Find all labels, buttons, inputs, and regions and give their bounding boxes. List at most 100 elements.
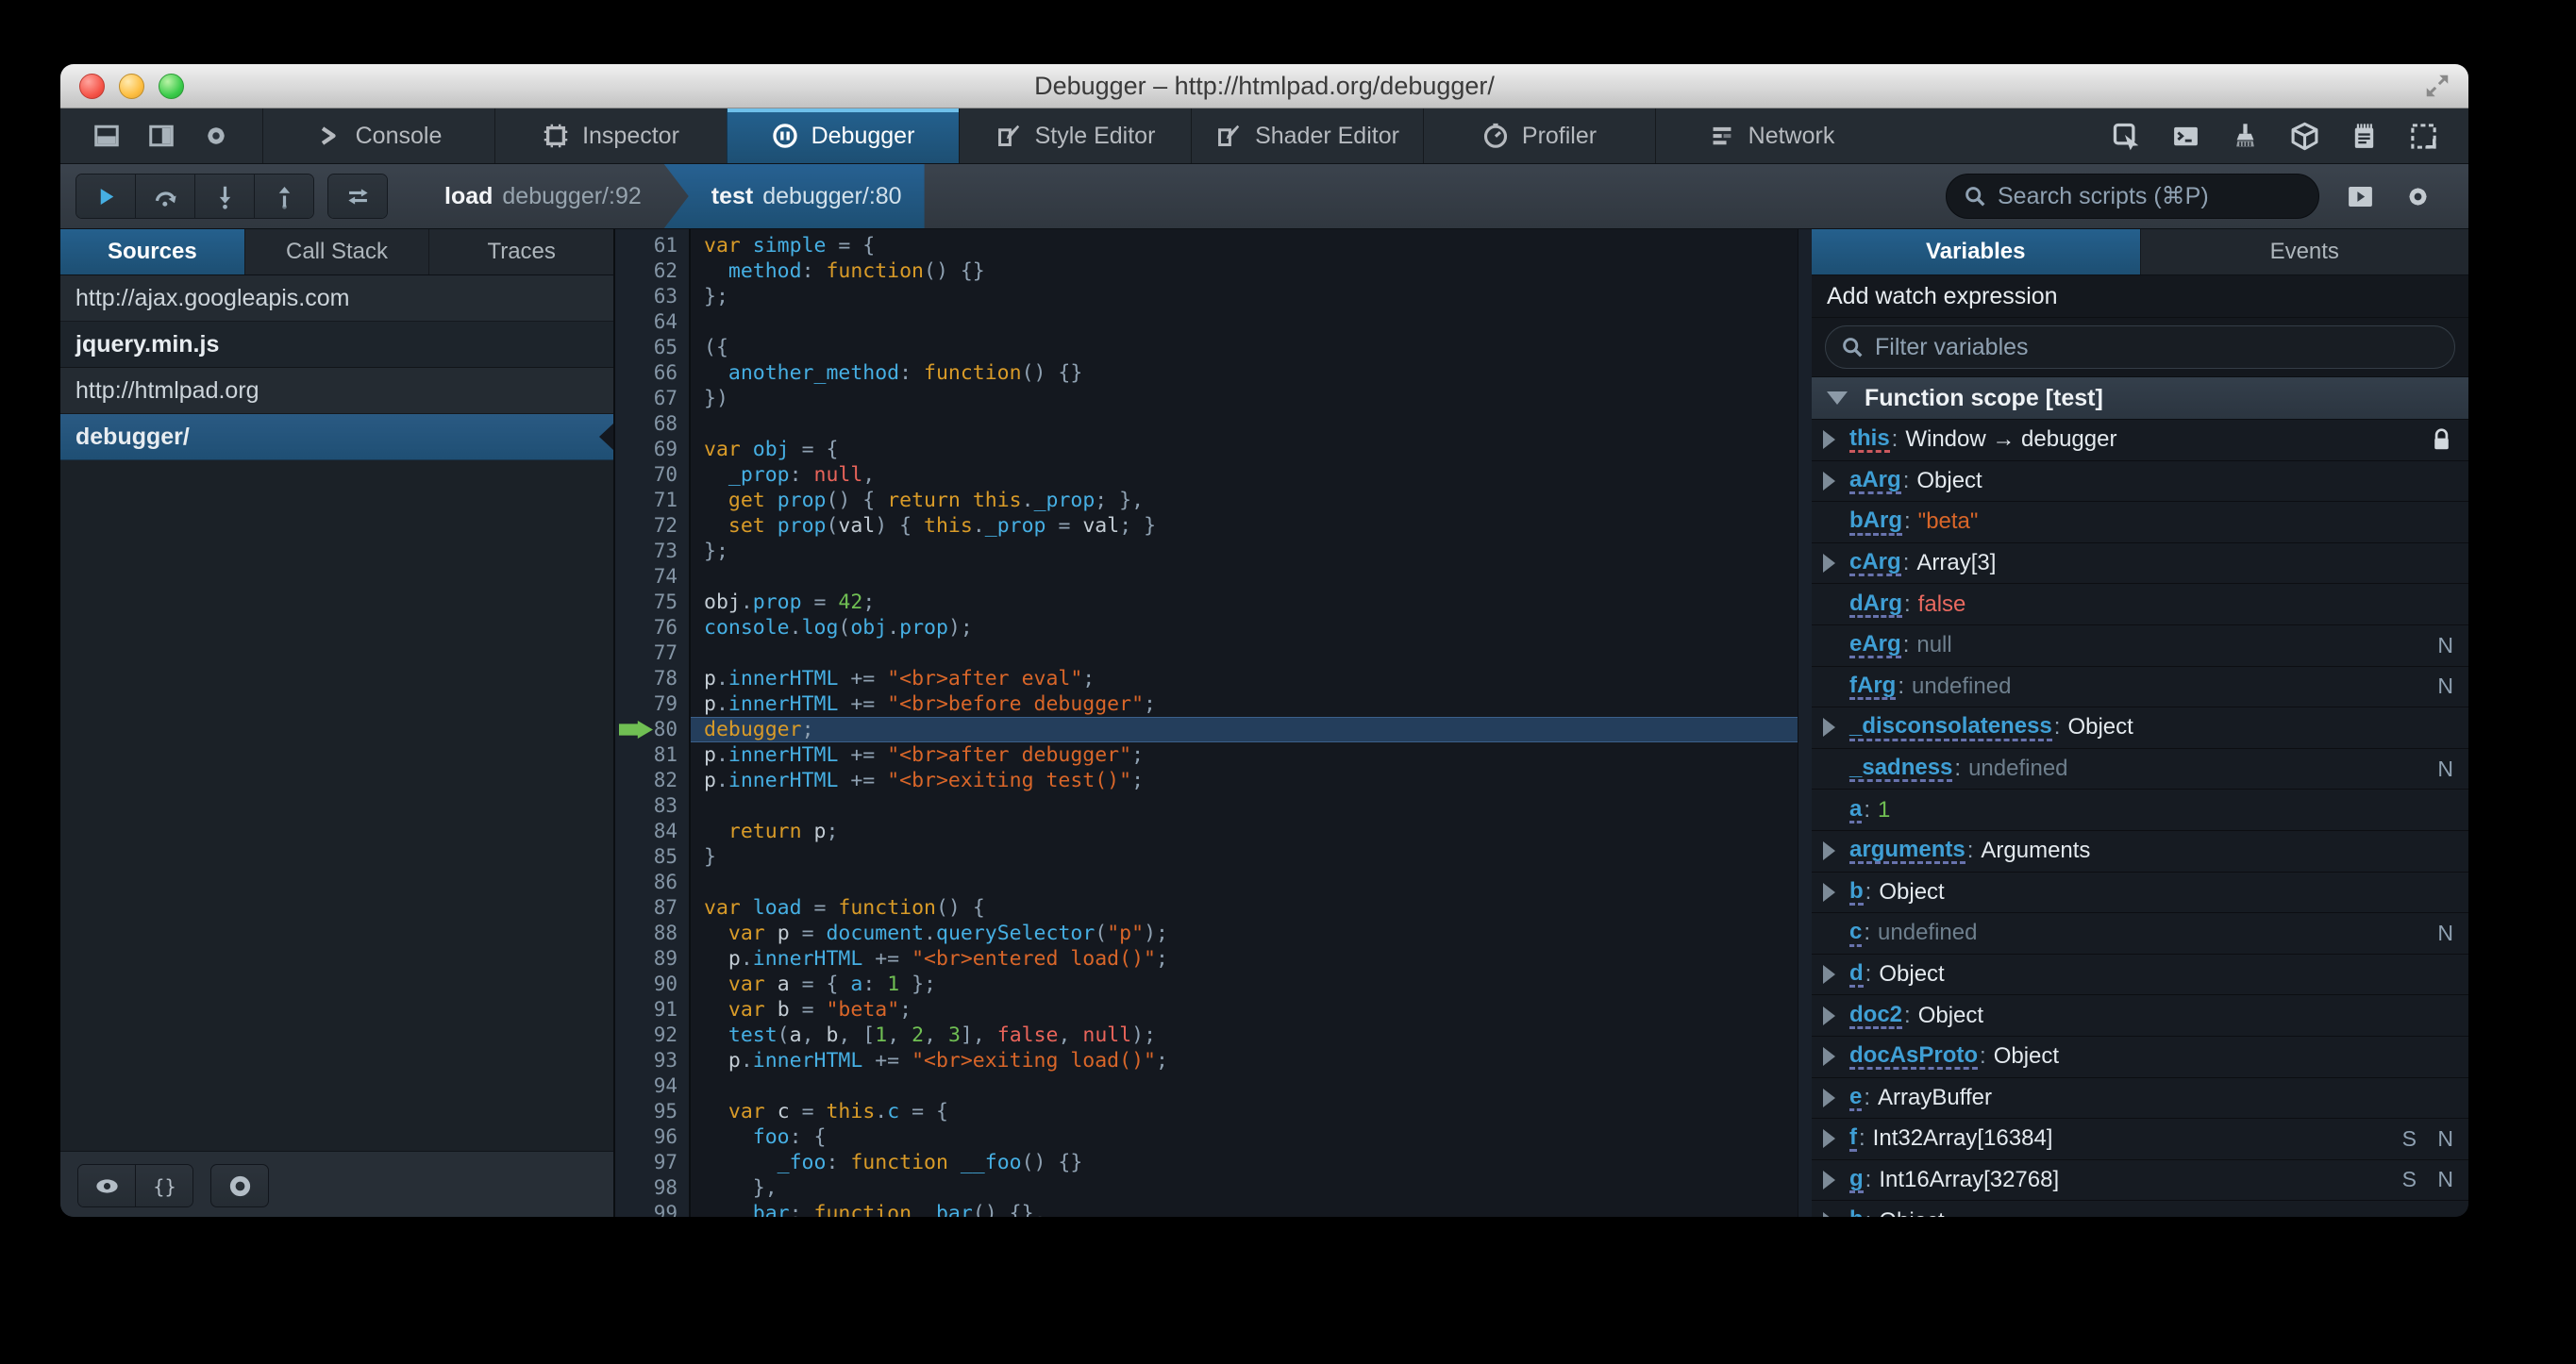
gutter-line-65[interactable]: 65 bbox=[615, 335, 689, 360]
code-line-77[interactable] bbox=[691, 640, 1798, 666]
code-line-75[interactable]: obj.prop = 42; bbox=[691, 590, 1798, 615]
gutter-line-72[interactable]: 72 bbox=[615, 513, 689, 539]
scope-header[interactable]: Function scope [test] bbox=[1812, 377, 2468, 420]
code-line-62[interactable]: method: function() {} bbox=[691, 258, 1798, 284]
gutter-line-92[interactable]: 92 bbox=[615, 1023, 689, 1048]
variables-tab-variables[interactable]: Variables bbox=[1812, 229, 2140, 274]
paintbrush-button[interactable] bbox=[2231, 122, 2260, 151]
code-line-95[interactable]: var c = this.c = { bbox=[691, 1099, 1798, 1124]
code-editor[interactable]: 61 62 63 64 65 66 67 68 69 70 71 72 73 74 75 76 77 78 79 80… bbox=[615, 229, 1812, 1217]
gutter-line-84[interactable]: 84 bbox=[615, 819, 689, 844]
dock-side-button[interactable] bbox=[147, 122, 176, 150]
gutter-line-97[interactable]: 97 bbox=[615, 1150, 689, 1175]
code-line-83[interactable] bbox=[691, 793, 1798, 819]
step-into-button[interactable] bbox=[194, 175, 254, 218]
code-line-69[interactable]: var obj = { bbox=[691, 437, 1798, 462]
tab-profiler[interactable]: Profiler bbox=[1423, 108, 1655, 163]
step-over-button[interactable] bbox=[135, 175, 194, 218]
variable-row[interactable]: docAsProto: Object bbox=[1812, 1037, 2468, 1078]
expand-triangle-icon[interactable] bbox=[1823, 1088, 1835, 1107]
expand-triangle-icon[interactable] bbox=[1823, 471, 1835, 491]
gutter-line-64[interactable]: 64 bbox=[615, 309, 689, 335]
gutter-line-85[interactable]: 85 bbox=[615, 844, 689, 870]
gutter-line-63[interactable]: 63 bbox=[615, 284, 689, 309]
gutter-line-96[interactable]: 96 bbox=[615, 1124, 689, 1150]
code-line-87[interactable]: var load = function() { bbox=[691, 895, 1798, 921]
variable-row[interactable]: this: Window → debugger bbox=[1812, 420, 2468, 461]
gutter-line-91[interactable]: 91 bbox=[615, 997, 689, 1023]
code-line-76[interactable]: console.log(obj.prop); bbox=[691, 615, 1798, 640]
gutter-line-76[interactable]: 76 bbox=[615, 615, 689, 640]
breadcrumb-1[interactable]: load debugger/:92 bbox=[422, 164, 664, 228]
add-watch-expression[interactable]: Add watch expression bbox=[1812, 275, 2468, 318]
resize-icon[interactable] bbox=[2423, 72, 2451, 100]
source-item[interactable]: jquery.min.js bbox=[60, 322, 613, 368]
code-line-63[interactable]: }; bbox=[691, 284, 1798, 309]
toggle-panes-button[interactable] bbox=[2346, 182, 2375, 211]
variables-tab-events[interactable]: Events bbox=[2139, 229, 2469, 274]
variable-row[interactable]: bArg: "beta" bbox=[1812, 502, 2468, 543]
tab-style-editor[interactable]: Style Editor bbox=[959, 108, 1191, 163]
gutter-line-68[interactable]: 68 bbox=[615, 411, 689, 437]
zoom-window-button[interactable] bbox=[159, 73, 184, 99]
code-line-98[interactable]: }, bbox=[691, 1175, 1798, 1201]
expand-triangle-icon[interactable] bbox=[1823, 965, 1835, 985]
variable-row[interactable]: aArg: Object bbox=[1812, 461, 2468, 503]
code-line-90[interactable]: var a = { a: 1 }; bbox=[691, 972, 1798, 997]
gutter-line-77[interactable]: 77 bbox=[615, 640, 689, 666]
gutter-line-66[interactable]: 66 bbox=[615, 360, 689, 386]
code-line-86[interactable] bbox=[691, 870, 1798, 895]
code-line-94[interactable] bbox=[691, 1073, 1798, 1099]
pause-on-exceptions-button[interactable] bbox=[210, 1164, 269, 1207]
gutter-line-62[interactable]: 62 bbox=[615, 258, 689, 284]
gutter-line-69[interactable]: 69 bbox=[615, 437, 689, 462]
code-line-78[interactable]: p.innerHTML += "<br>after eval"; bbox=[691, 666, 1798, 691]
variable-row[interactable]: cArg: Array[3] bbox=[1812, 543, 2468, 585]
expand-triangle-icon[interactable] bbox=[1823, 1211, 1835, 1217]
expand-triangle-icon[interactable] bbox=[1823, 718, 1835, 738]
code-line-93[interactable]: p.innerHTML += "<br>exiting load()"; bbox=[691, 1048, 1798, 1073]
gutter-line-78[interactable]: 78 bbox=[615, 666, 689, 691]
sources-tab-sources[interactable]: Sources bbox=[60, 229, 244, 274]
expand-triangle-icon[interactable] bbox=[1823, 1047, 1835, 1067]
responsive-mode-button[interactable] bbox=[2409, 122, 2438, 151]
code-lines[interactable]: var simple = { method: function() {}};({… bbox=[691, 229, 1798, 1217]
code-line-74[interactable] bbox=[691, 564, 1798, 590]
gutter-line-82[interactable]: 82 bbox=[615, 768, 689, 793]
gutter-line-80[interactable]: 80 bbox=[615, 717, 689, 742]
source-item[interactable]: debugger/ bbox=[60, 414, 613, 460]
dock-bottom-button[interactable] bbox=[92, 122, 121, 150]
gutter-line-87[interactable]: 87 bbox=[615, 895, 689, 921]
expand-triangle-icon[interactable] bbox=[1823, 1006, 1835, 1025]
code-line-84[interactable]: return p; bbox=[691, 819, 1798, 844]
gutter-line-99[interactable]: 99 bbox=[615, 1201, 689, 1217]
titlebar[interactable]: Debugger – http://htmlpad.org/debugger/ bbox=[60, 64, 2468, 108]
variable-row[interactable]: e: ArrayBuffer bbox=[1812, 1078, 2468, 1120]
debugger-options-button[interactable] bbox=[2403, 182, 2433, 211]
code-line-64[interactable] bbox=[691, 309, 1798, 335]
code-line-67[interactable]: }) bbox=[691, 386, 1798, 411]
tab-network[interactable]: Network bbox=[1655, 108, 1887, 163]
tab-debugger[interactable]: Debugger bbox=[727, 108, 959, 163]
code-line-85[interactable]: } bbox=[691, 844, 1798, 870]
variable-row[interactable]: arguments: Arguments bbox=[1812, 831, 2468, 873]
gutter-line-73[interactable]: 73 bbox=[615, 539, 689, 564]
code-line-71[interactable]: get prop() { return this._prop; }, bbox=[691, 488, 1798, 513]
step-out-button[interactable] bbox=[254, 175, 313, 218]
gutter-line-95[interactable]: 95 bbox=[615, 1099, 689, 1124]
variable-row[interactable]: fArg: undefined N bbox=[1812, 667, 2468, 708]
variable-row[interactable]: d: Object bbox=[1812, 955, 2468, 996]
expand-triangle-icon[interactable] bbox=[1823, 554, 1835, 574]
minimize-window-button[interactable] bbox=[119, 73, 144, 99]
breadcrumb-2[interactable]: test debugger/:80 bbox=[663, 164, 925, 228]
gutter-line-88[interactable]: 88 bbox=[615, 921, 689, 946]
variable-row[interactable]: c: undefined N bbox=[1812, 913, 2468, 955]
search-scripts-input[interactable] bbox=[1996, 181, 2301, 211]
gutter-line-70[interactable]: 70 bbox=[615, 462, 689, 488]
expand-triangle-icon[interactable] bbox=[1823, 1129, 1835, 1149]
split-console-button[interactable] bbox=[2171, 122, 2200, 151]
code-line-81[interactable]: p.innerHTML += "<br>after debugger"; bbox=[691, 742, 1798, 768]
sources-tab-call-stack[interactable]: Call Stack bbox=[243, 229, 429, 274]
variable-row[interactable]: doc2: Object bbox=[1812, 995, 2468, 1037]
tab-shader-editor[interactable]: Shader Editor bbox=[1191, 108, 1423, 163]
